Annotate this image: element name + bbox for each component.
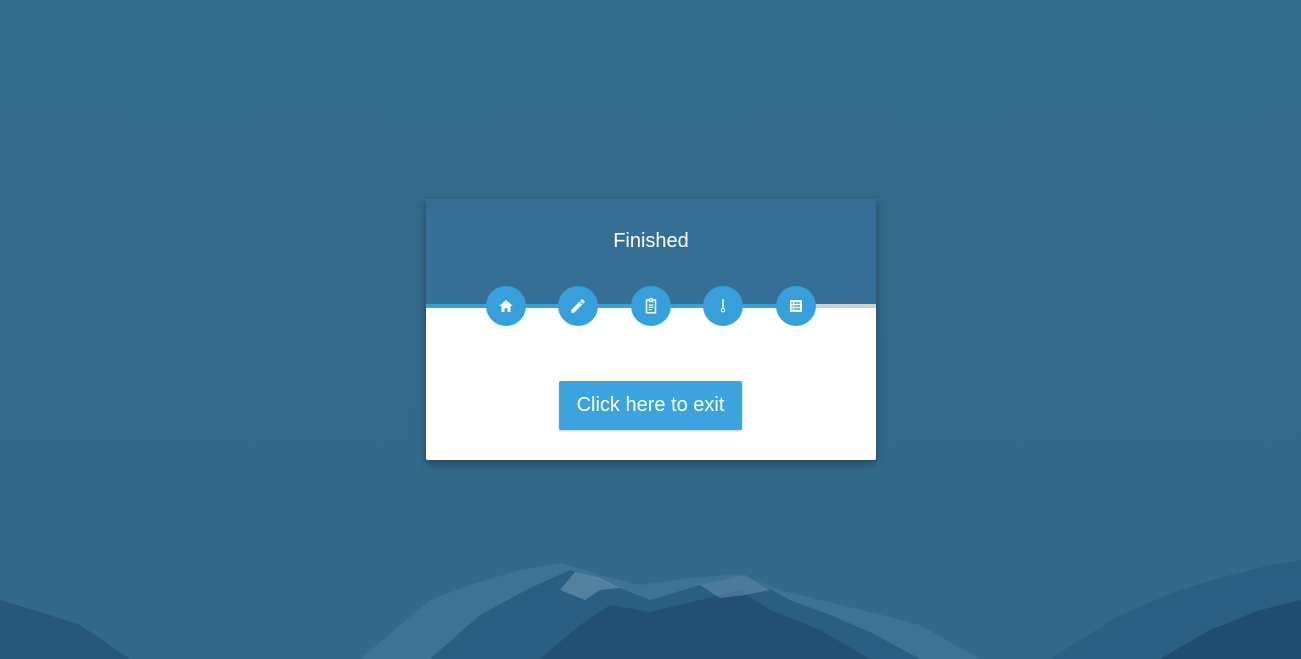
- wizard-card: Finished Click here to exit: [426, 199, 876, 460]
- step-home[interactable]: [486, 286, 526, 326]
- wizard-title: Finished: [613, 230, 689, 252]
- progress-fill: [426, 304, 813, 308]
- step-edit[interactable]: [558, 286, 598, 326]
- step-summary[interactable]: [776, 286, 816, 326]
- clipboard-icon: [645, 297, 657, 314]
- step-measure[interactable]: [703, 286, 743, 326]
- exit-button[interactable]: Click here to exit: [559, 381, 742, 430]
- pencil-icon: [571, 299, 585, 313]
- home-icon: [499, 300, 513, 312]
- list-icon: [790, 300, 802, 312]
- step-review[interactable]: [631, 286, 671, 326]
- thermometer-icon: [720, 298, 726, 313]
